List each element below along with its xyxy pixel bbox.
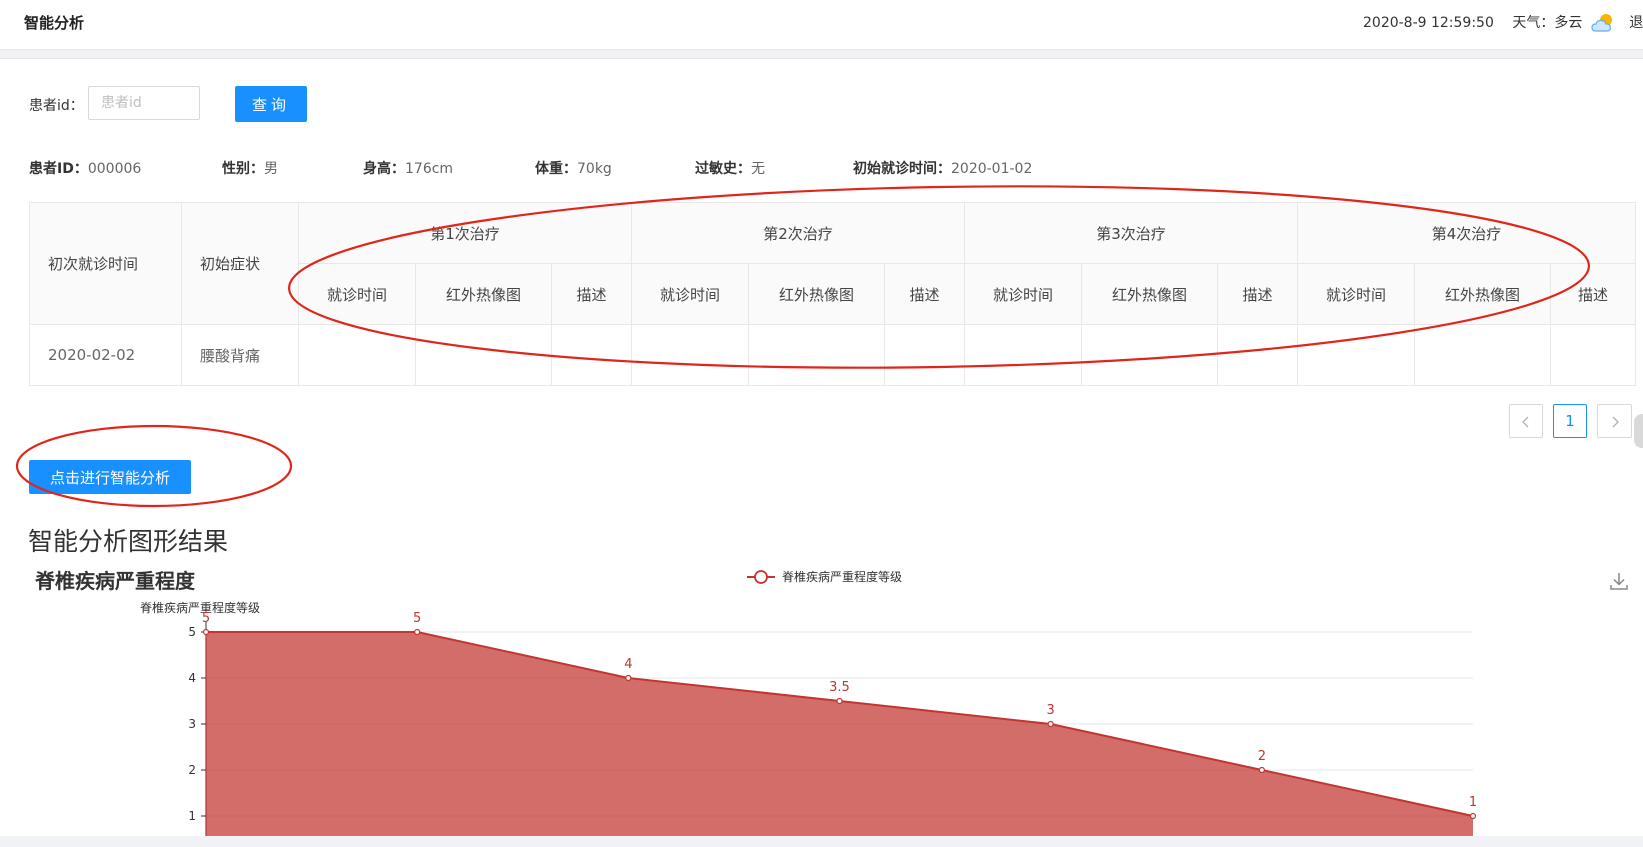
first-visit-value: 2020-01-02 [951, 161, 1033, 177]
y-tick-label: 4 [188, 671, 196, 685]
patient-id-input[interactable] [88, 86, 200, 120]
table-row: 2020-02-02 腰酸背痛 [29, 324, 1636, 386]
table-cell [964, 324, 1082, 386]
area-fill [206, 632, 1473, 838]
pagination-prev-button[interactable] [1509, 404, 1543, 438]
header-status: 2020-8-9 12:59:50 天气：多云 退 [1363, 12, 1643, 34]
table-cell [1297, 324, 1415, 386]
col-treatment-1: 第1次治疗 [298, 202, 632, 264]
cell-first-visit: 2020-02-02 [29, 324, 182, 386]
table-cell [1550, 324, 1636, 386]
data-label: 3 [1047, 703, 1055, 718]
pagination-page-1[interactable]: 1 [1553, 404, 1587, 438]
data-label: 5 [202, 611, 210, 626]
weather-label: 天气：多云 [1512, 15, 1583, 31]
treatment-table: 初次就诊时间 初始症状 第1次治疗 第2次治疗 第3次治疗 第4次治疗 就诊时间… [29, 202, 1636, 386]
table-cell [748, 324, 885, 386]
col-treatment-3: 第3次治疗 [964, 202, 1298, 264]
col-visit-time: 就诊时间 [964, 263, 1082, 325]
col-description: 描述 [551, 263, 632, 325]
result-section-title: 智能分析图形结果 [28, 527, 229, 556]
data-label: 2 [1258, 749, 1266, 764]
first-visit-info: 初始就诊时间：2020-01-02 [853, 158, 1032, 178]
gender-value: 男 [264, 161, 278, 177]
col-visit-time: 就诊时间 [298, 263, 416, 325]
y-tick-label: 5 [188, 625, 196, 639]
table-cell [1414, 324, 1551, 386]
table-cell [415, 324, 552, 386]
table-cell [298, 324, 416, 386]
height-value: 176cm [405, 161, 454, 177]
patient-id-label: 患者ID： [29, 161, 88, 177]
patient-id-value: 000006 [87, 161, 142, 177]
weight-value: 70kg [577, 161, 612, 177]
allergy-label: 过敏史： [695, 161, 751, 177]
top-bar: 智能分析 2020-8-9 12:59:50 天气：多云 退 [0, 0, 1643, 50]
search-label: 患者id： [29, 98, 84, 114]
data-point [836, 697, 843, 705]
severity-area-chart: 12345脊椎疾病严重程度等级5 543.5321脊椎疾病严重程度等级 [140, 569, 1477, 838]
legend-marker [754, 570, 768, 584]
pagination-next-button[interactable] [1597, 404, 1632, 438]
col-first-visit-time: 初次就诊时间 [29, 202, 182, 325]
col-treatment-4: 第4次治疗 [1297, 202, 1636, 264]
smart-analysis-button[interactable]: 点击进行智能分析 [29, 460, 191, 494]
col-initial-symptom: 初始症状 [181, 202, 299, 325]
page-title: 智能分析 [24, 14, 85, 32]
data-point [1047, 720, 1054, 728]
side-collapse-handle[interactable] [1634, 414, 1643, 448]
allergy-info: 过敏史：无 [695, 158, 765, 178]
data-label: 5 [413, 611, 421, 626]
chevron-left-icon [1522, 416, 1529, 427]
data-label: 1 [1469, 795, 1477, 810]
patient-id-info: 患者ID：000006 [29, 158, 141, 178]
col-treatment-2: 第2次治疗 [631, 202, 965, 264]
logout-link[interactable]: 退 [1629, 15, 1643, 31]
table-cell [884, 324, 965, 386]
col-description: 描述 [1217, 263, 1298, 325]
col-thermal-image: 红外热像图 [748, 263, 885, 325]
weight-label: 体重： [535, 161, 577, 177]
y-axis-label: 脊椎疾病严重程度等级 [140, 600, 260, 615]
y-tick-label: 2 [188, 763, 196, 777]
height-info: 身高：176cm [363, 158, 453, 178]
data-point [1469, 812, 1477, 820]
first-visit-label: 初始就诊时间： [853, 161, 951, 177]
col-description: 描述 [884, 263, 965, 325]
page-bottom-strip [0, 836, 1643, 847]
chevron-right-icon [1612, 416, 1619, 427]
allergy-value: 无 [751, 161, 765, 177]
data-point [625, 674, 632, 682]
col-visit-time: 就诊时间 [1297, 263, 1415, 325]
table-cell [1081, 324, 1218, 386]
col-thermal-image: 红外热像图 [415, 263, 552, 325]
data-label: 3.5 [829, 680, 850, 695]
height-label: 身高： [363, 161, 405, 177]
col-thermal-image: 红外热像图 [1081, 263, 1218, 325]
header-datetime: 2020-8-9 12:59:50 [1363, 15, 1494, 31]
col-thermal-image: 红外热像图 [1414, 263, 1551, 325]
y-tick-label: 3 [188, 717, 196, 731]
partly-cloudy-icon [1591, 14, 1612, 32]
data-point [414, 628, 421, 636]
col-description: 描述 [1550, 263, 1636, 325]
table-cell [1217, 324, 1298, 386]
cell-symptom: 腰酸背痛 [181, 324, 299, 386]
table-cell [631, 324, 749, 386]
weight-info: 体重：70kg [535, 158, 612, 178]
legend-label: 脊椎疾病严重程度等级 [782, 569, 902, 584]
gender-info: 性别：男 [222, 158, 278, 178]
query-button[interactable]: 查询 [235, 86, 307, 122]
table-cell [551, 324, 632, 386]
data-point [1258, 766, 1265, 774]
y-tick-label: 1 [188, 809, 196, 823]
gender-label: 性别： [222, 161, 264, 177]
col-visit-time: 就诊时间 [631, 263, 749, 325]
data-label: 4 [624, 657, 632, 672]
data-point [202, 628, 210, 636]
